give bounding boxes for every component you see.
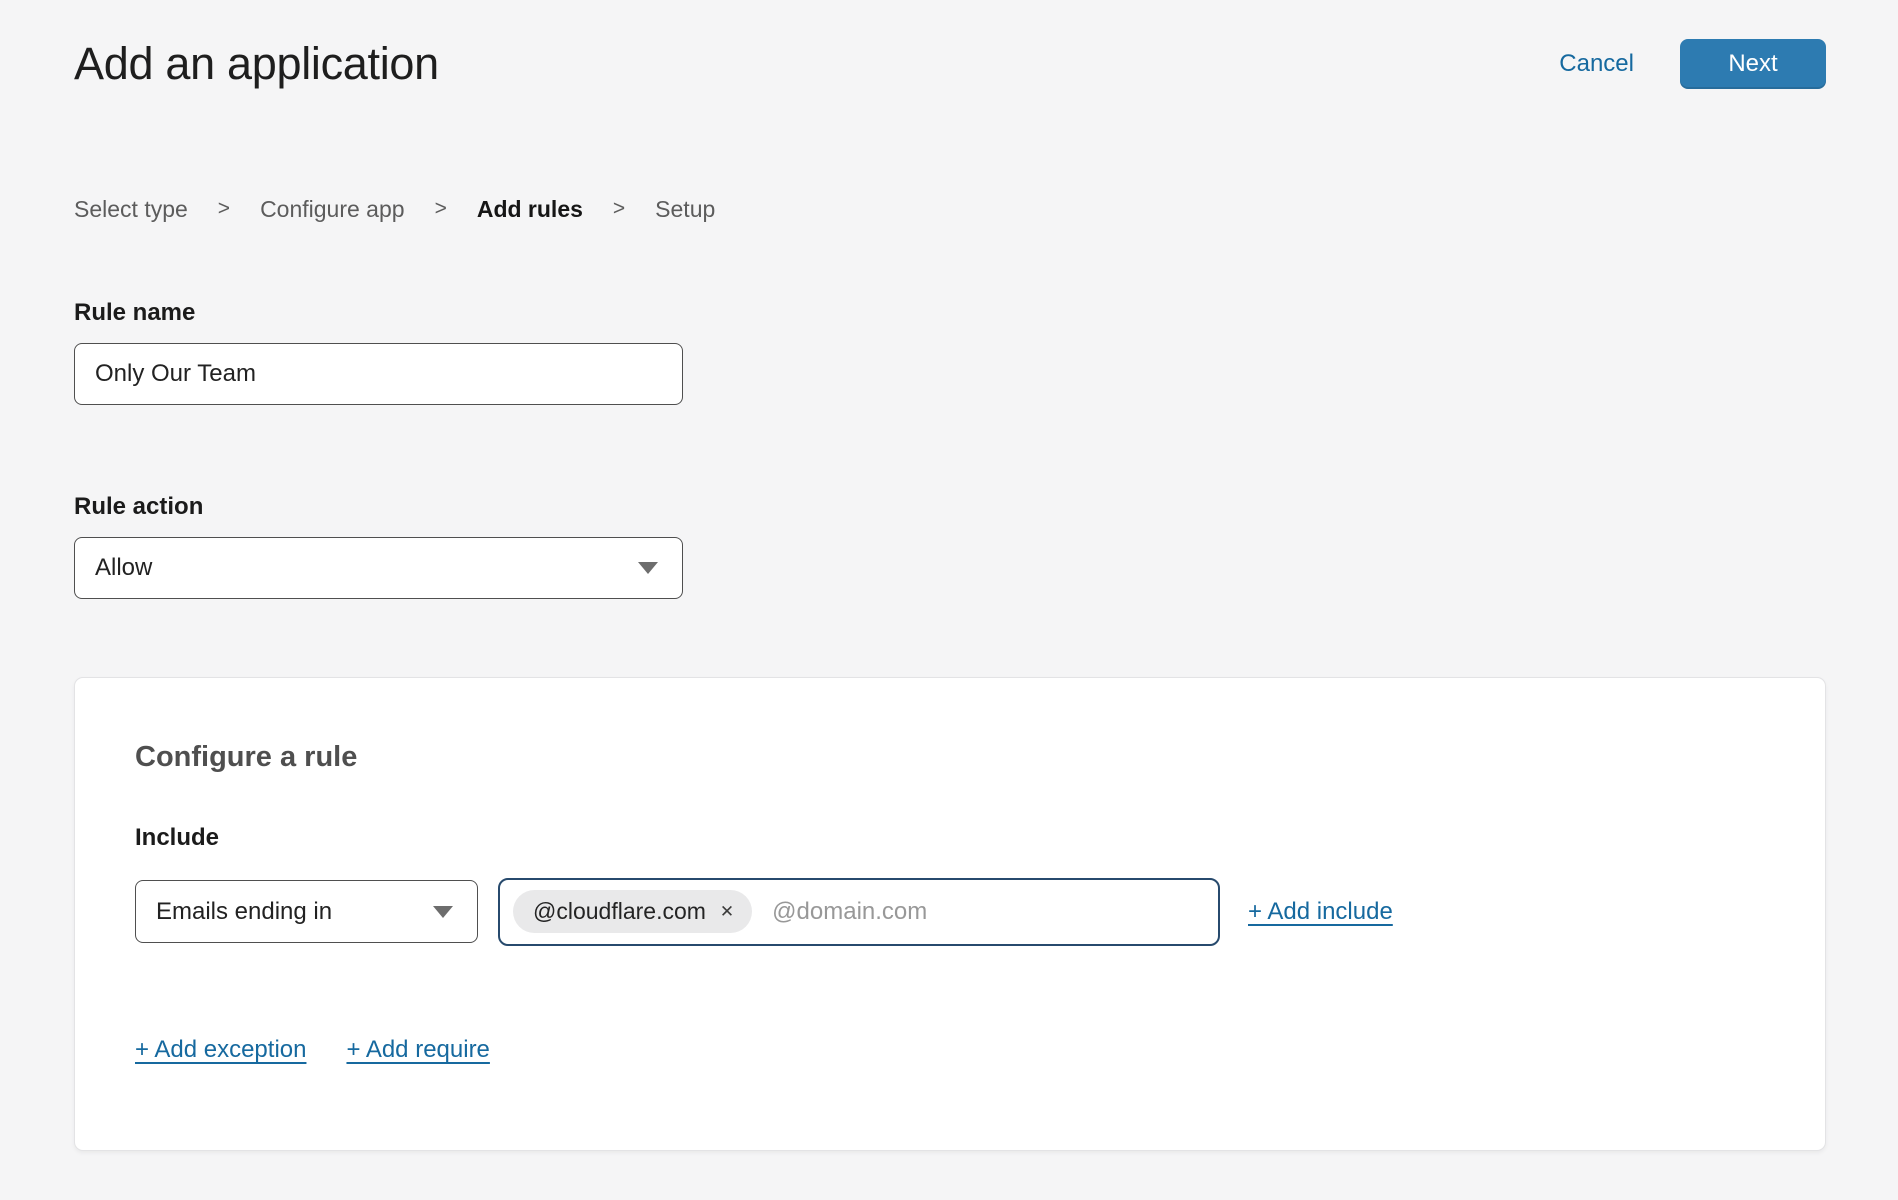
add-exception-link[interactable]: + Add exception: [135, 1036, 306, 1064]
add-include-link[interactable]: + Add include: [1248, 898, 1393, 926]
include-selector-select[interactable]: Emails ending in: [135, 880, 478, 943]
topbar-actions: Cancel Next: [1559, 39, 1826, 89]
chevron-down-icon: [638, 562, 658, 574]
rule-links-row: + Add exception + Add require: [135, 1036, 1765, 1064]
breadcrumb-separator: >: [218, 197, 230, 221]
topbar: Add an application Cancel Next: [74, 0, 1826, 90]
step-configure-app[interactable]: Configure app: [260, 196, 405, 223]
add-application-page: Add an application Cancel Next Select ty…: [0, 0, 1898, 1151]
configure-rule-card: Configure a rule Include Emails ending i…: [74, 677, 1826, 1151]
rule-name-label: Rule name: [74, 299, 1826, 327]
chevron-down-icon: [433, 906, 453, 918]
include-rule-row: Emails ending in @cloudflare.com ✕ + Add…: [135, 878, 1765, 946]
cancel-button[interactable]: Cancel: [1559, 50, 1634, 78]
rule-action-select[interactable]: Allow: [74, 537, 683, 599]
chip-label: @cloudflare.com: [533, 898, 706, 925]
add-require-link[interactable]: + Add require: [346, 1036, 489, 1064]
step-setup[interactable]: Setup: [655, 196, 715, 223]
chip-remove-icon[interactable]: ✕: [720, 903, 734, 920]
email-domain-tag-input[interactable]: @cloudflare.com ✕: [498, 878, 1220, 946]
step-select-type[interactable]: Select type: [74, 196, 188, 223]
include-label: Include: [135, 824, 1765, 852]
breadcrumb-separator: >: [435, 197, 447, 221]
include-selector-value: Emails ending in: [156, 898, 332, 926]
email-domain-input[interactable]: [770, 897, 1202, 927]
page-title: Add an application: [74, 38, 439, 90]
breadcrumb: Select type > Configure app > Add rules …: [74, 196, 1826, 223]
rule-name-input[interactable]: [74, 343, 683, 405]
next-button[interactable]: Next: [1680, 39, 1826, 89]
breadcrumb-separator: >: [613, 197, 625, 221]
rule-action-label: Rule action: [74, 493, 1826, 521]
email-domain-chip: @cloudflare.com ✕: [513, 890, 752, 933]
step-add-rules[interactable]: Add rules: [477, 196, 583, 223]
card-title: Configure a rule: [135, 740, 1765, 774]
rule-action-selected-value: Allow: [95, 554, 152, 582]
